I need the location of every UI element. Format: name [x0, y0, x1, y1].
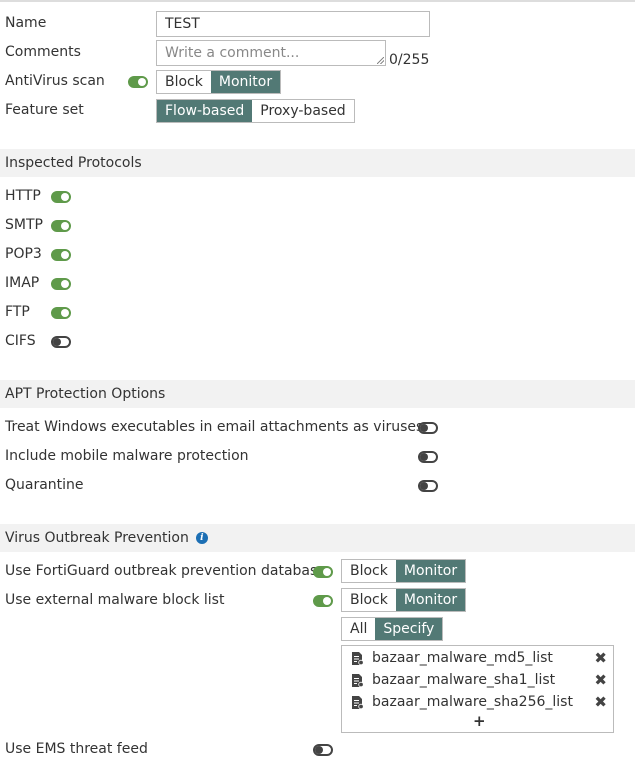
fortiguard-toggle[interactable]	[313, 566, 333, 578]
feature-set-option-flow-based[interactable]: Flow-based	[157, 100, 253, 122]
apt-protection-title: APT Protection Options	[5, 386, 166, 402]
antivirus-label: AntiVirus scan	[5, 73, 105, 89]
blocklist-item-label: bazaar_malware_md5_list	[372, 650, 553, 666]
external-blocklist-label: Use external malware block list	[5, 592, 225, 608]
comments-input[interactable]	[156, 40, 386, 66]
document-icon	[352, 652, 363, 665]
apt-option-label-quarantine: Quarantine	[5, 477, 84, 493]
antivirus-option-monitor[interactable]: Monitor	[210, 71, 281, 93]
comments-counter: 0/255	[389, 52, 430, 68]
blocklist-selector: + bazaar_malware_md5_list ✖ bazaar_malware…	[341, 645, 614, 733]
protocol-toggle-cifs[interactable]	[51, 336, 71, 348]
feature-set-label: Feature set	[5, 102, 84, 118]
external-option-block[interactable]: Block	[342, 589, 396, 611]
feature-set-selector: Flow-based Proxy-based	[156, 99, 355, 123]
plus-icon[interactable]: +	[473, 712, 486, 730]
apt-option-label-treat-windows-executables-in-e: Treat Windows executables in email attac…	[5, 419, 424, 435]
top-divider	[0, 0, 635, 2]
blocklist-item-label: bazaar_malware_sha256_list	[372, 694, 573, 710]
fortiguard-option-block[interactable]: Block	[342, 560, 396, 582]
fortiguard-option-monitor[interactable]: Monitor	[395, 560, 466, 582]
apt-protection-header: APT Protection Options	[0, 380, 635, 408]
resize-handle[interactable]	[377, 57, 384, 64]
inspected-protocols-title: Inspected Protocols	[5, 155, 142, 171]
protocol-toggle-ftp[interactable]	[51, 307, 71, 319]
external-option-monitor[interactable]: Monitor	[395, 589, 466, 611]
protocol-toggle-http[interactable]	[51, 191, 71, 203]
document-icon	[352, 696, 363, 709]
ems-threat-feed-toggle[interactable]	[313, 744, 333, 756]
name-input[interactable]	[156, 11, 430, 37]
antivirus-toggle[interactable]	[128, 76, 148, 88]
fortiguard-label: Use FortiGuard outbreak prevention datab…	[5, 563, 326, 579]
apt-option-toggle-quarantine[interactable]	[418, 480, 438, 492]
info-icon[interactable]: i	[195, 532, 208, 544]
external-blocklist-mode: Block Monitor	[341, 588, 467, 612]
protocol-toggle-pop3[interactable]	[51, 249, 71, 261]
protocol-label-cifs: CIFS	[5, 333, 36, 349]
blocklist-scope: All Specify	[341, 617, 444, 641]
blocklist-item-label: bazaar_malware_sha1_list	[372, 672, 556, 688]
protocol-label-imap: IMAP	[5, 275, 40, 291]
scope-option-specify[interactable]: Specify	[375, 618, 443, 640]
document-icon	[352, 674, 363, 687]
virus-outbreak-header: Virus Outbreak Prevention i	[0, 524, 635, 552]
protocol-toggle-imap[interactable]	[51, 278, 71, 290]
close-icon[interactable]: ✖	[594, 649, 607, 667]
blocklist-item[interactable]: bazaar_malware_md5_list ✖	[342, 648, 613, 670]
apt-option-toggle-treat-windows-executables-in-e[interactable]	[418, 422, 438, 434]
antivirus-option-block[interactable]: Block	[157, 71, 211, 93]
antivirus-mode: Block Monitor	[156, 70, 282, 94]
feature-set-option-proxy-based[interactable]: Proxy-based	[252, 100, 353, 122]
apt-option-toggle-include-mobile-malware-protect[interactable]	[418, 451, 438, 463]
name-label: Name	[5, 15, 47, 31]
inspected-protocols-header: Inspected Protocols	[0, 149, 635, 177]
external-blocklist-toggle[interactable]	[313, 595, 333, 607]
close-icon[interactable]: ✖	[594, 671, 607, 689]
fortiguard-mode: Block Monitor	[341, 559, 467, 583]
blocklist-item[interactable]: bazaar_malware_sha1_list ✖	[342, 670, 613, 692]
comments-label: Comments	[5, 44, 81, 60]
scope-option-all[interactable]: All	[342, 618, 375, 640]
protocol-label-smtp: SMTP	[5, 217, 43, 233]
protocol-toggle-smtp[interactable]	[51, 220, 71, 232]
protocol-label-ftp: FTP	[5, 304, 30, 320]
blocklist-item[interactable]: bazaar_malware_sha256_list ✖	[342, 692, 613, 714]
protocol-label-pop3: POP3	[5, 246, 42, 262]
ems-threat-feed-label: Use EMS threat feed	[5, 741, 148, 757]
apt-option-label-include-mobile-malware-protect: Include mobile malware protection	[5, 448, 249, 464]
close-icon[interactable]: ✖	[594, 693, 607, 711]
virus-outbreak-title: Virus Outbreak Prevention	[5, 530, 189, 546]
protocol-label-http: HTTP	[5, 188, 41, 204]
